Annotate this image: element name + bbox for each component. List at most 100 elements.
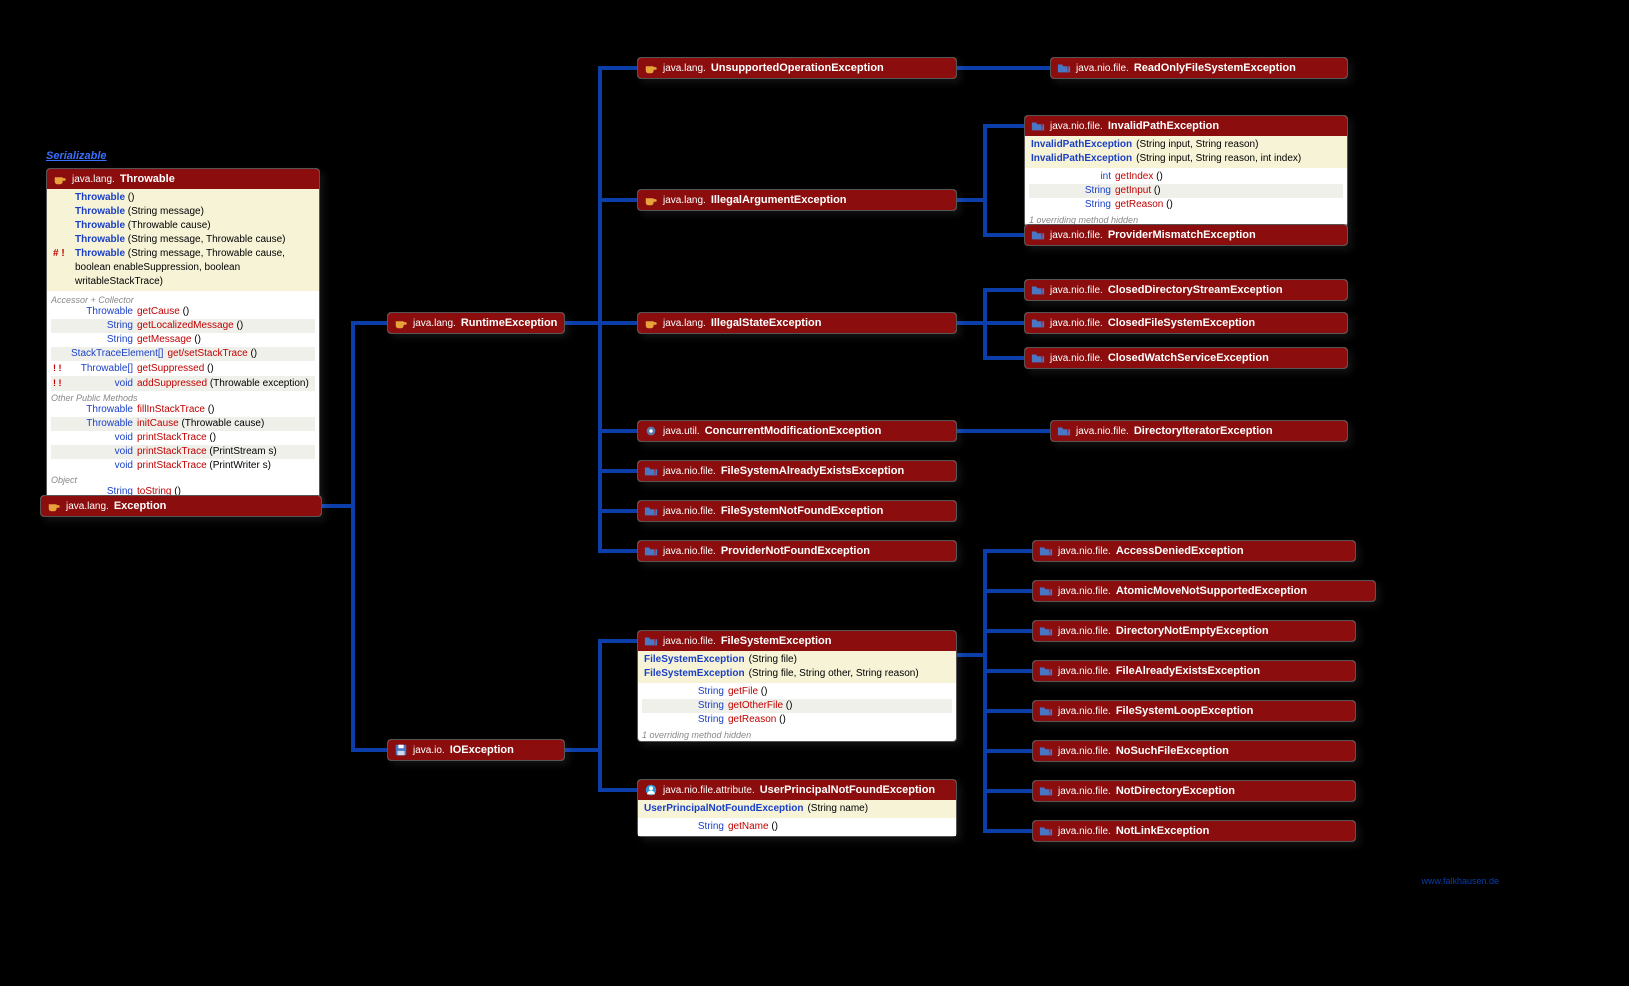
cup-icon <box>394 316 408 330</box>
class-closed-ws: !java.nio.file.ClosedWatchServiceExcepti… <box>1024 347 1348 369</box>
class-fs-not-found: ! java.nio.file. FileSystemNotFoundExcepti… <box>637 500 957 522</box>
package-label: java.nio.file. <box>1076 63 1129 74</box>
class-throwable: java.lang. Throwable Throwable ()Throwabl… <box>46 168 320 502</box>
folder-bang-icon: ! <box>1039 544 1053 558</box>
package-label: java.nio.file. <box>663 546 716 557</box>
folder-bang-icon: ! <box>1039 704 1053 718</box>
class-name: ReadOnlyFileSystemException <box>1134 62 1296 74</box>
class-name: Throwable <box>120 173 175 185</box>
class-closed-fs: !java.nio.file.ClosedFileSystemException <box>1024 312 1348 334</box>
class-exception: java.lang. Exception <box>40 495 322 517</box>
class-concurrent-mod: java.util. ConcurrentModificationExceptio… <box>637 420 957 442</box>
class-unsupported-operation: java.lang.UnsupportedOperationException <box>637 57 957 79</box>
class-name: ConcurrentModificationException <box>705 425 882 437</box>
methods-section: intgetIndex ()StringgetInput ()Stringget… <box>1025 168 1347 214</box>
class-name: AtomicMoveNotSupportedException <box>1116 585 1307 597</box>
package-label: java.lang. <box>72 174 115 185</box>
class-file-system-exception: !java.nio.file.FileSystemException FileS… <box>637 630 957 742</box>
class-name: NoSuchFileException <box>1116 745 1229 757</box>
cup-icon <box>53 172 67 186</box>
class-name: UserPrincipalNotFoundException <box>760 784 935 796</box>
class-user-principal-nf: java.nio.file.attribute. UserPrincipalNot… <box>637 779 957 837</box>
cup-icon <box>644 193 658 207</box>
folder-bang-icon: ! <box>1039 744 1053 758</box>
svg-text:!: ! <box>654 468 657 477</box>
class-access-denied: !java.nio.file.AccessDeniedException <box>1032 540 1356 562</box>
svg-text:!: ! <box>1049 828 1052 837</box>
package-label: java.nio.file. <box>1058 706 1111 717</box>
class-not-directory: ! java.nio.file. NotDirectoryException <box>1032 780 1356 802</box>
package-label: java.nio.file. <box>1050 353 1103 364</box>
class-name: DirectoryNotEmptyException <box>1116 625 1269 637</box>
class-name: NotDirectoryException <box>1116 785 1235 797</box>
class-readonly-fs: ! java.nio.file. ReadOnlyFileSystemExcepti… <box>1050 57 1348 79</box>
svg-text:!: ! <box>654 508 657 517</box>
class-fs-loop: ! java.nio.file. FileSystemLoopException <box>1032 700 1356 722</box>
class-io-exception: java.io.IOException <box>387 739 565 761</box>
class-name: NotLinkException <box>1116 825 1210 837</box>
package-label: java.lang. <box>663 63 706 74</box>
credit-link[interactable]: www.falkhausen.de <box>1421 876 1499 886</box>
class-name: FileSystemAlreadyExistsException <box>721 465 904 477</box>
methods-section: StringgetFile ()StringgetOtherFile ()Str… <box>638 683 956 729</box>
class-no-such-file: !java.nio.file.NoSuchFileException <box>1032 740 1356 762</box>
class-dir-iterator: !java.nio.file.DirectoryIteratorExceptio… <box>1050 420 1348 442</box>
class-name: ProviderMismatchException <box>1108 229 1256 241</box>
class-atomic-move: ! java.nio.file. AtomicMoveNotSupportedExc… <box>1032 580 1376 602</box>
folder-bang-icon: ! <box>644 464 658 478</box>
class-name: AccessDeniedException <box>1116 545 1244 557</box>
package-label: java.lang. <box>66 501 109 512</box>
section-title: Other Public Methods <box>51 393 315 403</box>
gear-icon <box>644 424 658 438</box>
class-name: FileSystemNotFoundException <box>721 505 884 517</box>
svg-text:!: ! <box>1049 748 1052 757</box>
constructors-section: Throwable ()Throwable (String message)Th… <box>47 189 319 291</box>
user-icon <box>644 783 658 797</box>
package-label: java.lang. <box>663 195 706 206</box>
svg-text:!: ! <box>1067 428 1070 437</box>
class-name: ClosedDirectoryStreamException <box>1108 284 1283 296</box>
svg-text:!: ! <box>1049 668 1052 677</box>
folder-bang-icon: ! <box>1031 119 1045 133</box>
svg-text:!: ! <box>1041 123 1044 132</box>
package-label: java.nio.file. <box>1058 786 1111 797</box>
class-provider-mismatch: ! java.nio.file. ProviderMismatchException <box>1024 224 1348 246</box>
folder-bang-icon: ! <box>1031 228 1045 242</box>
constructors-section: UserPrincipalNotFoundException (String n… <box>638 800 956 818</box>
class-runtime-exception: java.lang.RuntimeException <box>387 312 565 334</box>
package-label: java.nio.file.attribute. <box>663 785 755 796</box>
package-label: java.util. <box>663 426 700 437</box>
diagram-canvas: Serializable java.lang. Throwable Throwab… <box>0 0 1629 986</box>
folder-bang-icon: ! <box>644 634 658 648</box>
section-title: Accessor + Collector <box>51 295 315 305</box>
class-illegal-argument: java.lang. IllegalArgumentException <box>637 189 957 211</box>
class-not-link: !java.nio.file.NotLinkException <box>1032 820 1356 842</box>
package-label: java.nio.file. <box>1076 426 1129 437</box>
folder-bang-icon: ! <box>1039 784 1053 798</box>
class-name: IOException <box>450 744 514 756</box>
package-label: java.nio.file. <box>1050 230 1103 241</box>
svg-text:!: ! <box>1049 788 1052 797</box>
constructors-section: FileSystemException (String file)FileSys… <box>638 651 956 683</box>
folder-bang-icon: ! <box>644 504 658 518</box>
serializable-link[interactable]: Serializable <box>46 150 107 162</box>
class-fs-already-exists: !java.nio.file.FileSystemAlreadyExistsEx… <box>637 460 957 482</box>
class-name: FileSystemLoopException <box>1116 705 1254 717</box>
package-label: java.nio.file. <box>1058 586 1111 597</box>
package-label: java.lang. <box>413 318 456 329</box>
class-name: IllegalArgumentException <box>711 194 847 206</box>
svg-text:!: ! <box>1049 588 1052 597</box>
class-closed-dir-stream: !java.nio.file.ClosedDirectoryStreamExce… <box>1024 279 1348 301</box>
accessors-section: Accessor + Collector ThrowablegetCause (… <box>47 291 319 501</box>
floppy-icon <box>394 743 408 757</box>
folder-bang-icon: ! <box>1039 624 1053 638</box>
cup-icon <box>644 316 658 330</box>
package-label: java.nio.file. <box>663 636 716 647</box>
section-title: Object <box>51 475 315 485</box>
class-name: ClosedWatchServiceException <box>1108 352 1269 364</box>
package-label: java.nio.file. <box>663 506 716 517</box>
class-name: Exception <box>114 500 167 512</box>
folder-bang-icon: ! <box>1057 424 1071 438</box>
svg-text:!: ! <box>1067 65 1070 74</box>
svg-text:!: ! <box>1049 628 1052 637</box>
